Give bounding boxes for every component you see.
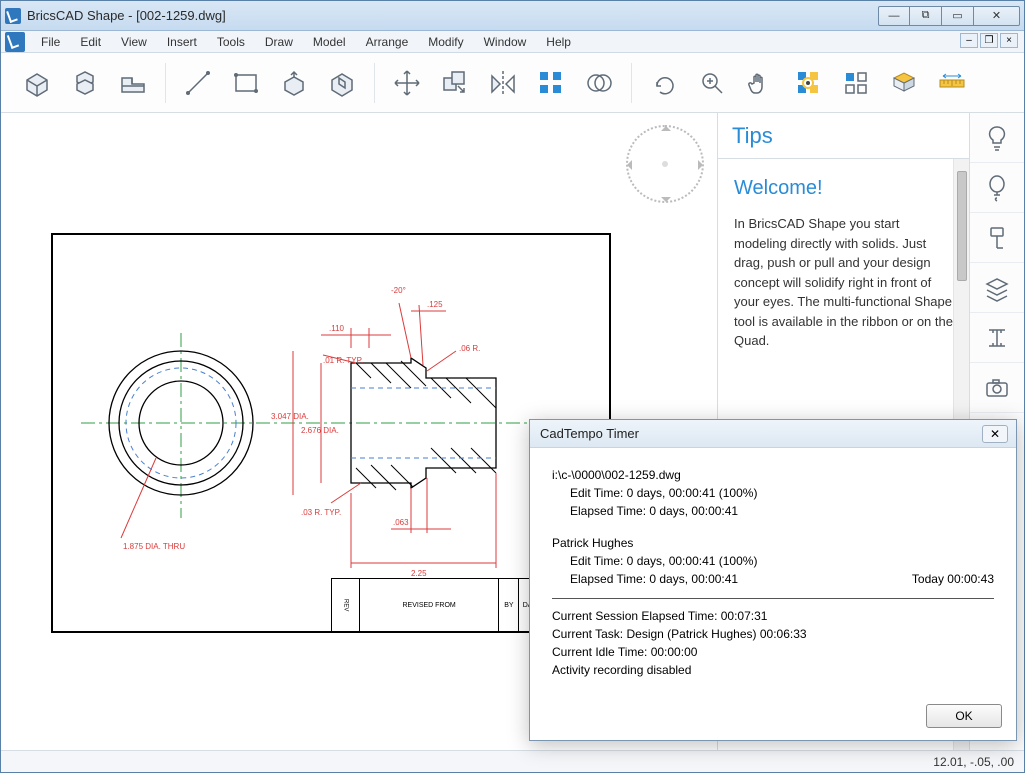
tool-section[interactable] xyxy=(886,65,922,101)
dlg-idle: Current Idle Time: 00:00:00 xyxy=(552,643,994,661)
panel-camera-icon[interactable] xyxy=(970,363,1024,413)
tips-title: Tips xyxy=(718,113,969,159)
dlg-today: Today 00:00:43 xyxy=(912,570,994,588)
dialog-body: i:\c-\0000\002-1259.dwg Edit Time: 0 day… xyxy=(530,448,1016,679)
tool-extrude[interactable] xyxy=(67,65,103,101)
panel-layers-icon[interactable] xyxy=(970,263,1024,313)
dlg-file: i:\c-\0000\002-1259.dwg xyxy=(552,466,994,484)
mdi-minimize[interactable]: – xyxy=(960,33,978,48)
dlg-elapsed: Elapsed Time: 0 days, 00:00:41 xyxy=(552,502,994,520)
svg-text:2.676 DIA.: 2.676 DIA. xyxy=(301,426,339,435)
menu-window[interactable]: Window xyxy=(474,31,537,52)
panel-tips-icon[interactable] xyxy=(970,113,1024,163)
restore-button[interactable]: ⧉ xyxy=(910,6,942,26)
tool-box[interactable] xyxy=(19,65,55,101)
panel-balloon-icon[interactable] xyxy=(970,163,1024,213)
panel-structure-icon[interactable] xyxy=(970,313,1024,363)
tool-copy-array[interactable] xyxy=(437,65,473,101)
tool-line[interactable] xyxy=(180,65,216,101)
mdi-close[interactable]: × xyxy=(1000,33,1018,48)
tips-scroll-thumb[interactable] xyxy=(957,171,967,281)
menu-help[interactable]: Help xyxy=(536,31,581,52)
svg-text:1.875 DIA. THRU: 1.875 DIA. THRU xyxy=(123,542,185,551)
status-bar: 12.01, -.05, .00 xyxy=(1,750,1024,772)
svg-text:-20°: -20° xyxy=(391,286,406,295)
tool-zoom-extents[interactable] xyxy=(694,65,730,101)
tool-wall[interactable] xyxy=(115,65,151,101)
tool-measure[interactable] xyxy=(934,65,970,101)
view-compass[interactable] xyxy=(626,125,704,203)
menu-view[interactable]: View xyxy=(111,31,157,52)
menu-insert[interactable]: Insert xyxy=(157,31,207,52)
tool-pan[interactable] xyxy=(742,65,778,101)
dlg-user-elapsed: Elapsed Time: 0 days, 00:00:41 xyxy=(552,570,912,588)
tips-heading: Welcome! xyxy=(734,177,953,200)
menu-model[interactable]: Model xyxy=(303,31,356,52)
window-controls: — ⧉ ▭ ✕ xyxy=(878,6,1020,26)
tool-rotate[interactable] xyxy=(646,65,682,101)
svg-text:.06 R.: .06 R. xyxy=(459,344,480,353)
menu-bar: File Edit View Insert Tools Draw Model A… xyxy=(1,31,1024,53)
dialog-title[interactable]: CadTempo Timer xyxy=(530,420,1016,448)
dialog-close-button[interactable]: ✕ xyxy=(982,425,1008,443)
menu-file[interactable]: File xyxy=(31,31,70,52)
mdi-controls: – ❐ × xyxy=(954,31,1024,51)
dlg-task: Current Task: Design (Patrick Hughes) 00… xyxy=(552,625,994,643)
tips-body-text: In BricsCAD Shape you start modeling dir… xyxy=(734,214,953,351)
dlg-user-edit: Edit Time: 0 days, 00:00:41 (100%) xyxy=(552,552,912,570)
title-bar[interactable]: BricsCAD Shape - [002-1259.dwg] — ⧉ ▭ ✕ xyxy=(1,1,1024,31)
menu-tools[interactable]: Tools xyxy=(207,31,255,52)
mdi-restore[interactable]: ❐ xyxy=(980,33,998,48)
minimize-button[interactable]: — xyxy=(878,6,910,26)
svg-text:.01 R. TYP.: .01 R. TYP. xyxy=(323,356,363,365)
svg-text:2.25: 2.25 xyxy=(411,569,427,578)
dlg-session: Current Session Elapsed Time: 00:07:31 xyxy=(552,607,994,625)
cadtempo-dialog[interactable]: CadTempo Timer ✕ i:\c-\0000\002-1259.dwg… xyxy=(529,419,1017,741)
dialog-ok-button[interactable]: OK xyxy=(926,704,1002,728)
tool-subtract[interactable] xyxy=(324,65,360,101)
svg-text:3.047 DIA.: 3.047 DIA. xyxy=(271,412,309,421)
tool-rectangle[interactable] xyxy=(228,65,264,101)
dlg-user: Patrick Hughes xyxy=(552,534,994,552)
status-coordinates: 12.01, -.05, .00 xyxy=(933,755,1014,769)
panel-materials-icon[interactable] xyxy=(970,213,1024,263)
close-button[interactable]: ✕ xyxy=(974,6,1020,26)
menu-edit[interactable]: Edit xyxy=(70,31,111,52)
svg-text:.063: .063 xyxy=(393,518,409,527)
toolbar xyxy=(1,53,1024,113)
menu-arrange[interactable]: Arrange xyxy=(356,31,419,52)
tool-union[interactable] xyxy=(581,65,617,101)
tool-array-grid[interactable] xyxy=(533,65,569,101)
tool-pushpull[interactable] xyxy=(276,65,312,101)
app-window: BricsCAD Shape - [002-1259.dwg] — ⧉ ▭ ✕ … xyxy=(0,0,1025,773)
dlg-activity: Activity recording disabled xyxy=(552,661,994,679)
svg-text:.110: .110 xyxy=(329,324,345,333)
bricscad-icon[interactable] xyxy=(5,32,25,52)
drawing-content: 1.875 DIA. THRU 3.047 DIA. 2.676 DIA. xyxy=(51,233,611,633)
window-title: BricsCAD Shape - [002-1259.dwg] xyxy=(27,8,878,23)
tool-mirror[interactable] xyxy=(485,65,521,101)
tool-layers-toggle[interactable] xyxy=(790,65,826,101)
tool-move[interactable] xyxy=(389,65,425,101)
menu-modify[interactable]: Modify xyxy=(418,31,473,52)
menu-draw[interactable]: Draw xyxy=(255,31,303,52)
svg-text:.03 R. TYP.: .03 R. TYP. xyxy=(301,508,341,517)
app-icon xyxy=(5,8,21,24)
svg-text:.125: .125 xyxy=(427,300,443,309)
maximize-button[interactable]: ▭ xyxy=(942,6,974,26)
dlg-edit-time: Edit Time: 0 days, 00:00:41 (100%) xyxy=(552,484,994,502)
tool-selection-mode[interactable] xyxy=(838,65,874,101)
